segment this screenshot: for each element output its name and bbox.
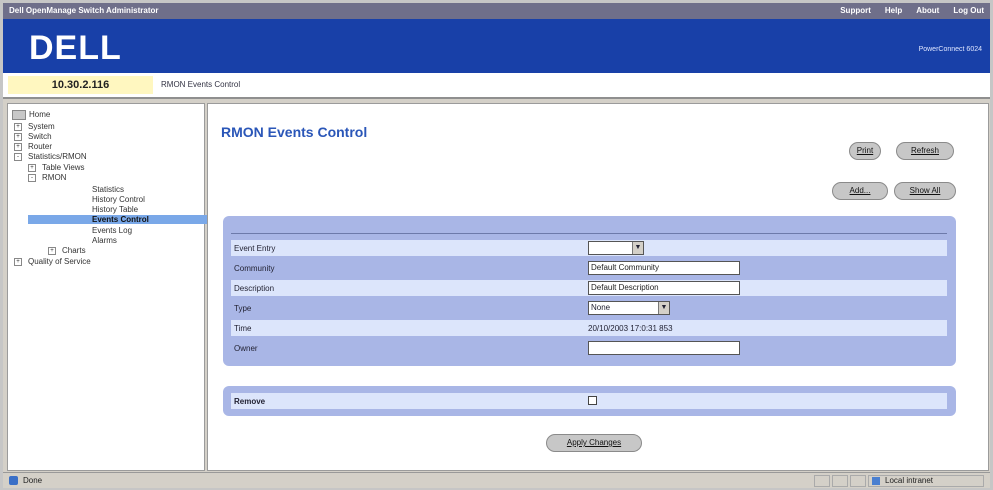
status-segment — [814, 475, 830, 487]
home-icon — [12, 110, 26, 120]
device-ip: 10.30.2.116 — [8, 76, 153, 94]
description-input[interactable]: Default Description — [588, 281, 740, 295]
tree-item-router[interactable]: + Router — [14, 142, 52, 151]
row-owner: Owner — [231, 340, 947, 356]
navigation-tree: Home + System + Switch + Router - Statistics… — [7, 103, 232, 471]
time-label: Time — [234, 324, 252, 333]
tree-item-history-control[interactable]: History Control — [92, 195, 145, 204]
main-content: RMON Events Control Print Refresh Add...… — [207, 103, 989, 471]
tree-item-table-views[interactable]: + Table Views — [28, 163, 85, 172]
apply-changes-button[interactable]: Apply Changes — [546, 434, 642, 452]
status-segment — [832, 475, 848, 487]
app-title: Dell OpenManage Switch Administrator — [9, 6, 159, 15]
tree-item-quality-of-service[interactable]: + Quality of Service — [14, 257, 91, 266]
expand-icon[interactable]: + — [28, 163, 36, 172]
status-segment — [850, 475, 866, 487]
help-link[interactable]: Help — [885, 6, 902, 15]
tree-item-events-log[interactable]: Events Log — [92, 226, 132, 235]
brand-bar: DELL PowerConnect 6024 — [3, 19, 990, 73]
intranet-icon — [872, 477, 880, 485]
remove-checkbox[interactable] — [588, 396, 597, 405]
type-select[interactable]: None ▼ — [588, 301, 670, 315]
tree-item-home[interactable]: Home — [12, 110, 50, 120]
expand-icon[interactable]: + — [14, 257, 22, 266]
remove-label: Remove — [234, 397, 266, 406]
row-description: Description Default Description — [231, 280, 947, 296]
tree-item-statistics-rmon[interactable]: - Statistics/RMON — [14, 152, 87, 161]
row-community: Community Default Community — [231, 260, 947, 276]
about-link[interactable]: About — [916, 6, 939, 15]
security-zone: Local intranet — [868, 475, 984, 487]
status-text: Done — [23, 476, 43, 485]
tree-item-events-control[interactable]: Events Control — [28, 215, 232, 224]
browser-window: Dell OpenManage Switch Administrator Sup… — [3, 3, 990, 488]
expand-icon[interactable]: + — [14, 142, 22, 151]
event-settings-panel: Event Entry ▼ Community Default Communit… — [223, 216, 956, 366]
description-label: Description — [234, 284, 275, 293]
page-status-icon — [9, 476, 18, 485]
print-button[interactable]: Print — [849, 142, 881, 160]
tree-item-history-table[interactable]: History Table — [92, 205, 138, 214]
status-bar: Done Local intranet — [3, 472, 990, 488]
row-type: Type None ▼ — [231, 300, 947, 316]
row-time: Time 20/10/2003 17:0:31 853 — [231, 320, 947, 336]
owner-input[interactable] — [588, 341, 740, 355]
dropdown-arrow-icon[interactable]: ▼ — [658, 302, 669, 314]
tree-item-statistics[interactable]: Statistics — [92, 185, 124, 194]
product-model: PowerConnect 6024 — [918, 46, 982, 53]
logout-link[interactable]: Log Out — [953, 6, 984, 15]
support-link[interactable]: Support — [840, 6, 871, 15]
title-bar: Dell OpenManage Switch Administrator Sup… — [3, 3, 990, 19]
show-all-button[interactable]: Show All — [894, 182, 956, 200]
community-label: Community — [234, 264, 275, 273]
owner-label: Owner — [234, 344, 258, 353]
page-title: RMON Events Control — [221, 124, 368, 140]
tree-item-rmon[interactable]: - RMON — [28, 173, 66, 182]
tree-item-switch[interactable]: + Switch — [14, 132, 52, 141]
row-remove: Remove — [231, 393, 947, 409]
expand-icon[interactable]: + — [14, 122, 22, 131]
collapse-icon[interactable]: - — [28, 173, 36, 182]
expand-icon[interactable]: + — [14, 132, 22, 141]
time-value: 20/10/2003 17:0:31 853 — [588, 324, 673, 333]
expand-icon[interactable]: + — [48, 246, 56, 255]
add-button[interactable]: Add... — [832, 182, 888, 200]
address-row: 10.30.2.116 RMON Events Control — [3, 73, 990, 99]
tree-item-alarms[interactable]: Alarms — [92, 236, 117, 245]
collapse-icon[interactable]: - — [14, 152, 22, 161]
refresh-button[interactable]: Refresh — [896, 142, 954, 160]
dropdown-arrow-icon[interactable]: ▼ — [632, 242, 643, 254]
top-links: Support Help About Log Out — [840, 6, 984, 15]
tree-item-system[interactable]: + System — [14, 122, 55, 131]
type-label: Type — [234, 304, 252, 313]
row-event-entry: Event Entry ▼ — [231, 240, 947, 256]
event-entry-label: Event Entry — [234, 244, 276, 253]
breadcrumb: RMON Events Control — [161, 80, 241, 89]
tree-item-charts[interactable]: + Charts — [48, 246, 86, 255]
remove-panel: Remove — [223, 386, 956, 416]
event-entry-select[interactable]: ▼ — [588, 241, 644, 255]
community-input[interactable]: Default Community — [588, 261, 740, 275]
panel-divider — [231, 233, 947, 234]
dell-logo: DELL — [29, 29, 122, 67]
